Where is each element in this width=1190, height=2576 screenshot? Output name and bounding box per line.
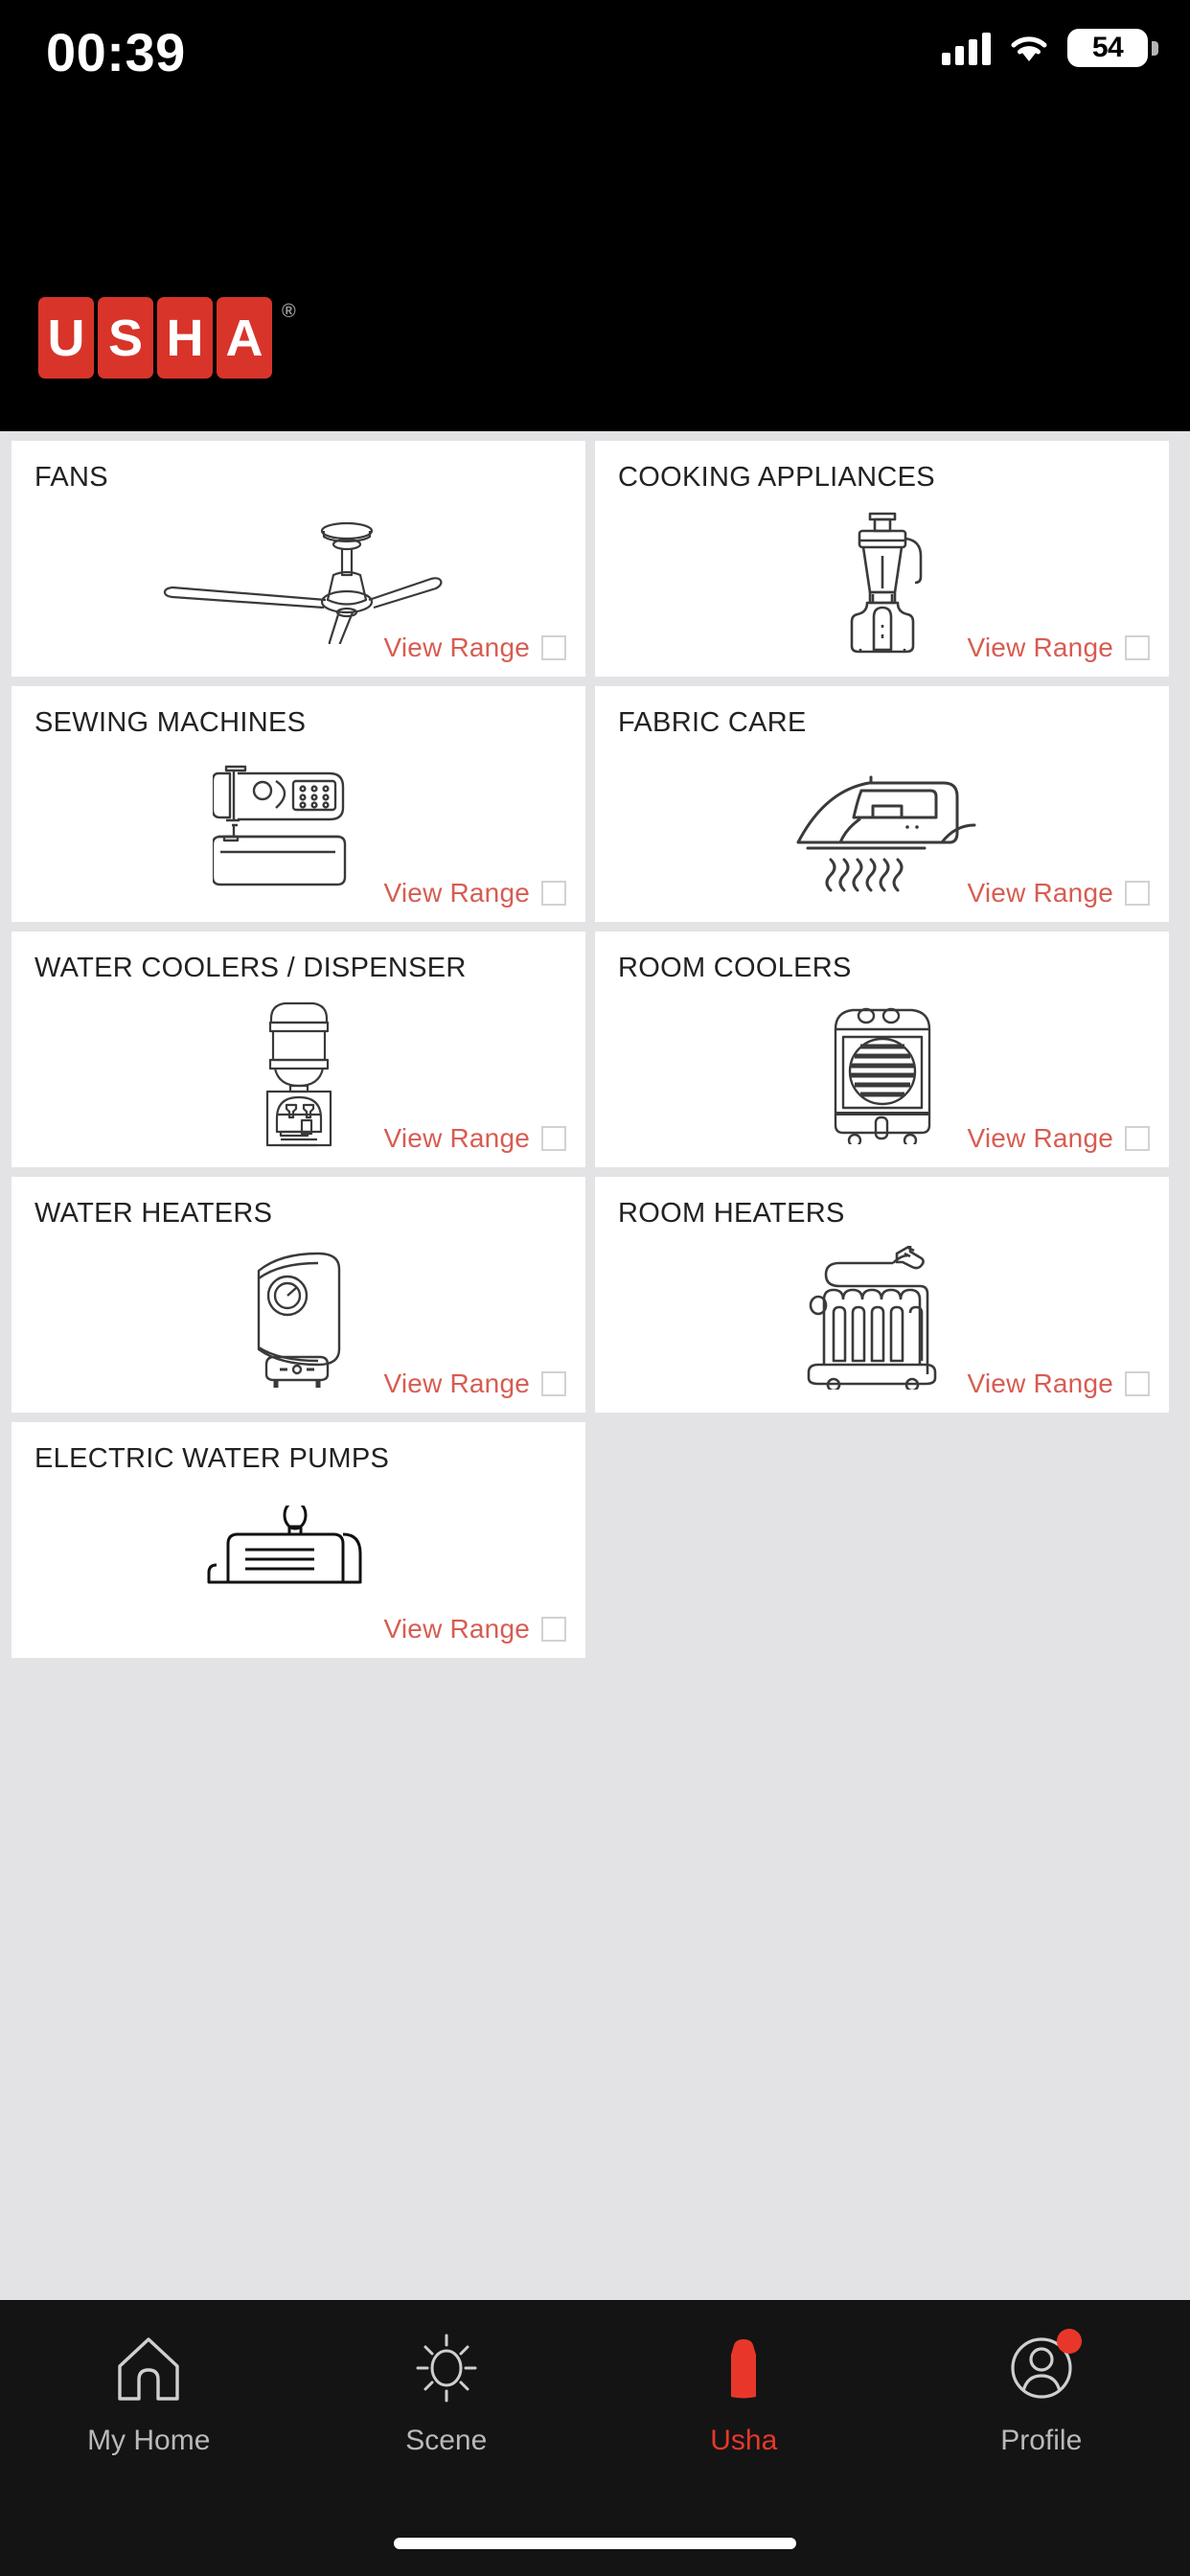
view-range-box-icon[interactable] <box>1125 635 1150 660</box>
card-footer[interactable]: View Range <box>968 878 1150 908</box>
card-footer[interactable]: View Range <box>384 632 566 663</box>
battery-icon: 54 <box>1067 29 1158 67</box>
tab-label: Profile <box>1000 2425 1083 2456</box>
category-grid: FANS View Range COOKING APPLIANCES View … <box>0 431 1190 2300</box>
view-range-box-icon[interactable] <box>1125 1371 1150 1396</box>
view-range-box-icon[interactable] <box>541 1126 566 1151</box>
tab-label: My Home <box>87 2425 211 2456</box>
category-card-electric-water-pumps[interactable]: ELECTRIC WATER PUMPS View Range <box>11 1422 585 1658</box>
view-range-label[interactable]: View Range <box>384 1368 530 1399</box>
card-title: ELECTRIC WATER PUMPS <box>34 1443 390 1474</box>
tab-label: Usha <box>710 2425 778 2456</box>
usha-shirt-icon <box>707 2327 780 2409</box>
view-range-box-icon[interactable] <box>541 1371 566 1396</box>
view-range-label[interactable]: View Range <box>968 878 1113 908</box>
status-bar-indicators: 54 <box>942 29 1158 67</box>
view-range-label[interactable]: View Range <box>968 1123 1113 1154</box>
battery-percent-label: 54 <box>1091 32 1124 63</box>
view-range-label[interactable]: View Range <box>968 1368 1113 1399</box>
category-card-cooking-appliances[interactable]: COOKING APPLIANCES View Range <box>595 441 1169 677</box>
card-footer[interactable]: View Range <box>384 1368 566 1399</box>
card-title: ROOM HEATERS <box>618 1198 845 1229</box>
category-card-room-coolers[interactable]: ROOM COOLERS View Range <box>595 932 1169 1167</box>
card-title: SEWING MACHINES <box>34 707 307 738</box>
tab-profile[interactable]: Profile <box>893 2327 1190 2492</box>
tab-scene[interactable]: Scene <box>298 2327 596 2492</box>
logo-letter-h: H <box>157 297 213 379</box>
home-indicator[interactable] <box>394 2538 796 2549</box>
card-title: COOKING APPLIANCES <box>618 462 935 493</box>
user-circle-icon <box>1005 2327 1082 2409</box>
card-title: FANS <box>34 462 108 493</box>
view-range-label[interactable]: View Range <box>384 878 530 908</box>
card-title: ROOM COOLERS <box>618 953 852 983</box>
view-range-box-icon[interactable] <box>541 635 566 660</box>
category-card-fans[interactable]: FANS View Range <box>11 441 585 677</box>
card-title: FABRIC CARE <box>618 707 807 738</box>
card-footer[interactable]: View Range <box>968 632 1150 663</box>
view-range-box-icon[interactable] <box>541 1617 566 1642</box>
brand-header: U S H A ® <box>0 153 1190 431</box>
status-bar-clock: 00:39 <box>46 22 186 82</box>
category-card-water-coolers-dispenser[interactable]: WATER COOLERS / DISPENSER View Range <box>11 932 585 1167</box>
registered-trademark-symbol: ® <box>282 301 296 322</box>
card-footer[interactable]: View Range <box>968 1123 1150 1154</box>
view-range-box-icon[interactable] <box>1125 1126 1150 1151</box>
usha-logo: U S H A ® <box>38 297 296 379</box>
tab-label: Scene <box>405 2425 488 2456</box>
home-icon <box>112 2327 185 2409</box>
view-range-box-icon[interactable] <box>1125 881 1150 906</box>
card-footer[interactable]: View Range <box>968 1368 1150 1399</box>
card-footer[interactable]: View Range <box>384 1123 566 1154</box>
category-card-room-heaters[interactable]: ROOM HEATERS View Range <box>595 1177 1169 1413</box>
view-range-box-icon[interactable] <box>541 881 566 906</box>
card-title: WATER HEATERS <box>34 1198 273 1229</box>
logo-letter-a: A <box>217 297 272 379</box>
tab-my-home[interactable]: My Home <box>0 2327 298 2492</box>
profile-notification-badge <box>1056 2329 1082 2354</box>
category-card-fabric-care[interactable]: FABRIC CARE View Range <box>595 686 1169 922</box>
sun-icon <box>410 2327 483 2409</box>
tab-usha[interactable]: Usha <box>595 2327 893 2492</box>
view-range-label[interactable]: View Range <box>384 1614 530 1644</box>
category-card-water-heaters[interactable]: WATER HEATERS View Range <box>11 1177 585 1413</box>
bottom-tab-bar: My Home Scene Usha Profile <box>0 2300 1190 2576</box>
view-range-label[interactable]: View Range <box>384 1123 530 1154</box>
card-footer[interactable]: View Range <box>384 878 566 908</box>
view-range-label[interactable]: View Range <box>384 632 530 663</box>
card-title: WATER COOLERS / DISPENSER <box>34 953 467 983</box>
status-bar: 00:39 54 <box>0 0 1190 153</box>
wifi-icon <box>1011 36 1047 61</box>
view-range-label[interactable]: View Range <box>968 632 1113 663</box>
card-footer[interactable]: View Range <box>384 1614 566 1644</box>
category-card-sewing-machines[interactable]: SEWING MACHINES View Range <box>11 686 585 922</box>
cellular-signal-icon <box>942 31 991 65</box>
logo-letter-u: U <box>38 297 94 379</box>
logo-letter-s: S <box>98 297 153 379</box>
app-screen: 00:39 54 U S H A ® FANS View Range COOKI… <box>0 0 1190 2576</box>
